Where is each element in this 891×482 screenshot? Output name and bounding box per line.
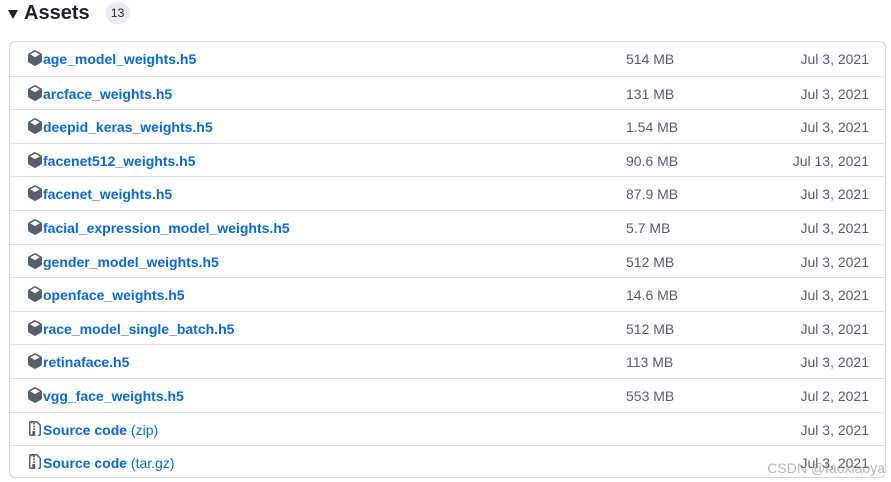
asset-row: Source code (tar.gz) Jul 3, 2021 (10, 445, 885, 477)
assets-list: age_model_weights.h5 514 MB Jul 3, 2021 arc… (9, 41, 886, 478)
asset-row: openface_weights.h5 14.6 MB Jul 3, 2021 (10, 277, 885, 311)
asset-download-link[interactable]: deepid_keras_weights.h5 (43, 119, 213, 135)
asset-date: Jul 2, 2021 (800, 388, 870, 404)
asset-name: deepid_keras_weights.h5 (43, 119, 213, 136)
asset-date: Jul 3, 2021 (800, 354, 870, 371)
watermark: CSDN @faoxiaoya (767, 460, 885, 476)
assets-count-badge: 13 (105, 2, 130, 24)
assets-header[interactable]: Assets 13 (8, 0, 130, 26)
asset-size: 87.9 MB (626, 186, 679, 203)
asset-name: vgg_face_weights.h5 (43, 388, 184, 404)
package-icon (27, 50, 43, 66)
asset-date: Jul 3, 2021 (800, 186, 870, 203)
asset-name: Source code (43, 421, 128, 438)
package-icon (27, 353, 43, 370)
asset-format-suffix: (zip) (130, 421, 159, 438)
asset-size: 512 MB (626, 320, 675, 337)
asset-row: race_model_single_batch.h5 512 MB Jul 3, 2… (10, 310, 885, 345)
assets-title: Assets (24, 1, 90, 24)
asset-row: vgg_face_weights.h5 553 MB Jul 2, 2021 (10, 378, 885, 412)
asset-date: Jul 3, 2021 (800, 51, 870, 67)
asset-size: 514 MB (626, 51, 675, 67)
package-icon (27, 286, 43, 303)
asset-size: 14.6 MB (626, 287, 679, 304)
file-zip-icon (27, 454, 43, 470)
asset-download-link[interactable]: arcface_weights.h5 (43, 86, 172, 102)
package-icon (27, 185, 43, 202)
asset-name: facenet512_weights.h5 (43, 152, 196, 169)
asset-row: facial_expression_model_weights.h5 5.7 MB… (10, 210, 885, 244)
asset-size: 131 MB (626, 85, 675, 102)
package-icon (27, 252, 43, 269)
asset-download-link[interactable]: openface_weights.h5 (43, 287, 185, 303)
asset-row: deepid_keras_weights.h5 1.54 MB Jul 3, 202… (10, 109, 885, 143)
asset-size: 90.6 MB (626, 152, 679, 169)
asset-date: Jul 3, 2021 (800, 320, 870, 337)
asset-download-link[interactable]: retinaface.h5 (43, 354, 129, 370)
asset-size: 1.54 MB (626, 119, 679, 136)
asset-date: Jul 3, 2021 (800, 253, 870, 270)
asset-row: arcface_weights.h5 131 MB Jul 3, 2021 (10, 75, 885, 110)
asset-size: 553 MB (626, 388, 675, 404)
asset-size: 5.7 MB (626, 220, 671, 236)
package-icon (27, 319, 43, 336)
asset-name: Source code (43, 455, 128, 472)
asset-size: 113 MB (626, 354, 674, 371)
package-icon (27, 118, 43, 135)
asset-download-link[interactable]: Source code (tar.gz) (43, 455, 175, 471)
asset-row: age_model_weights.h5 514 MB Jul 3, 2021 (10, 42, 885, 76)
asset-name: age_model_weights.h5 (43, 51, 197, 67)
asset-row: facenet_weights.h5 87.9 MB Jul 3, 2021 (10, 176, 885, 210)
asset-download-link[interactable]: gender_model_weights.h5 (43, 254, 219, 270)
asset-size: 512 MB (626, 253, 675, 270)
asset-row: facenet512_weights.h5 90.6 MB Jul 13, 2021 (10, 142, 885, 177)
asset-download-link[interactable]: vgg_face_weights.h5 (43, 388, 184, 404)
asset-row: Source code (zip) Jul 3, 2021 (10, 411, 885, 446)
asset-date: Jul 13, 2021 (792, 152, 869, 169)
package-icon (27, 387, 43, 403)
file-zip-icon (27, 420, 43, 437)
asset-date: Jul 3, 2021 (800, 421, 870, 438)
asset-download-link[interactable]: age_model_weights.h5 (43, 51, 196, 67)
asset-download-link[interactable]: race_model_single_batch.h5 (43, 321, 234, 337)
asset-date: Jul 3, 2021 (800, 85, 870, 102)
asset-download-link[interactable]: facial_expression_model_weights.h5 (43, 220, 290, 236)
asset-row: retinaface.h5 113 MB Jul 3, 2021 (10, 344, 885, 378)
asset-date: Jul 3, 2021 (800, 119, 870, 136)
asset-name: facenet_weights.h5 (43, 186, 173, 203)
caret-down-icon[interactable] (8, 9, 18, 19)
asset-name: race_model_single_batch.h5 (43, 320, 235, 337)
package-icon (27, 84, 43, 101)
asset-download-link[interactable]: facenet512_weights.h5 (43, 153, 196, 169)
asset-name: arcface_weights.h5 (43, 85, 173, 102)
asset-date: Jul 3, 2021 (800, 287, 870, 304)
asset-name: retinaface.h5 (43, 354, 130, 371)
package-icon (27, 151, 43, 168)
asset-name: gender_model_weights.h5 (43, 253, 219, 270)
package-icon (27, 219, 43, 235)
asset-format-suffix: (tar.gz) (130, 455, 175, 472)
asset-download-link[interactable]: Source code (zip) (43, 422, 158, 438)
asset-row: gender_model_weights.h5 512 MB Jul 3, 2021 (10, 243, 885, 278)
asset-name: openface_weights.h5 (43, 287, 185, 304)
asset-download-link[interactable]: facenet_weights.h5 (43, 186, 172, 202)
asset-date: Jul 3, 2021 (800, 220, 870, 236)
asset-name: facial_expression_model_weights.h5 (43, 220, 290, 236)
